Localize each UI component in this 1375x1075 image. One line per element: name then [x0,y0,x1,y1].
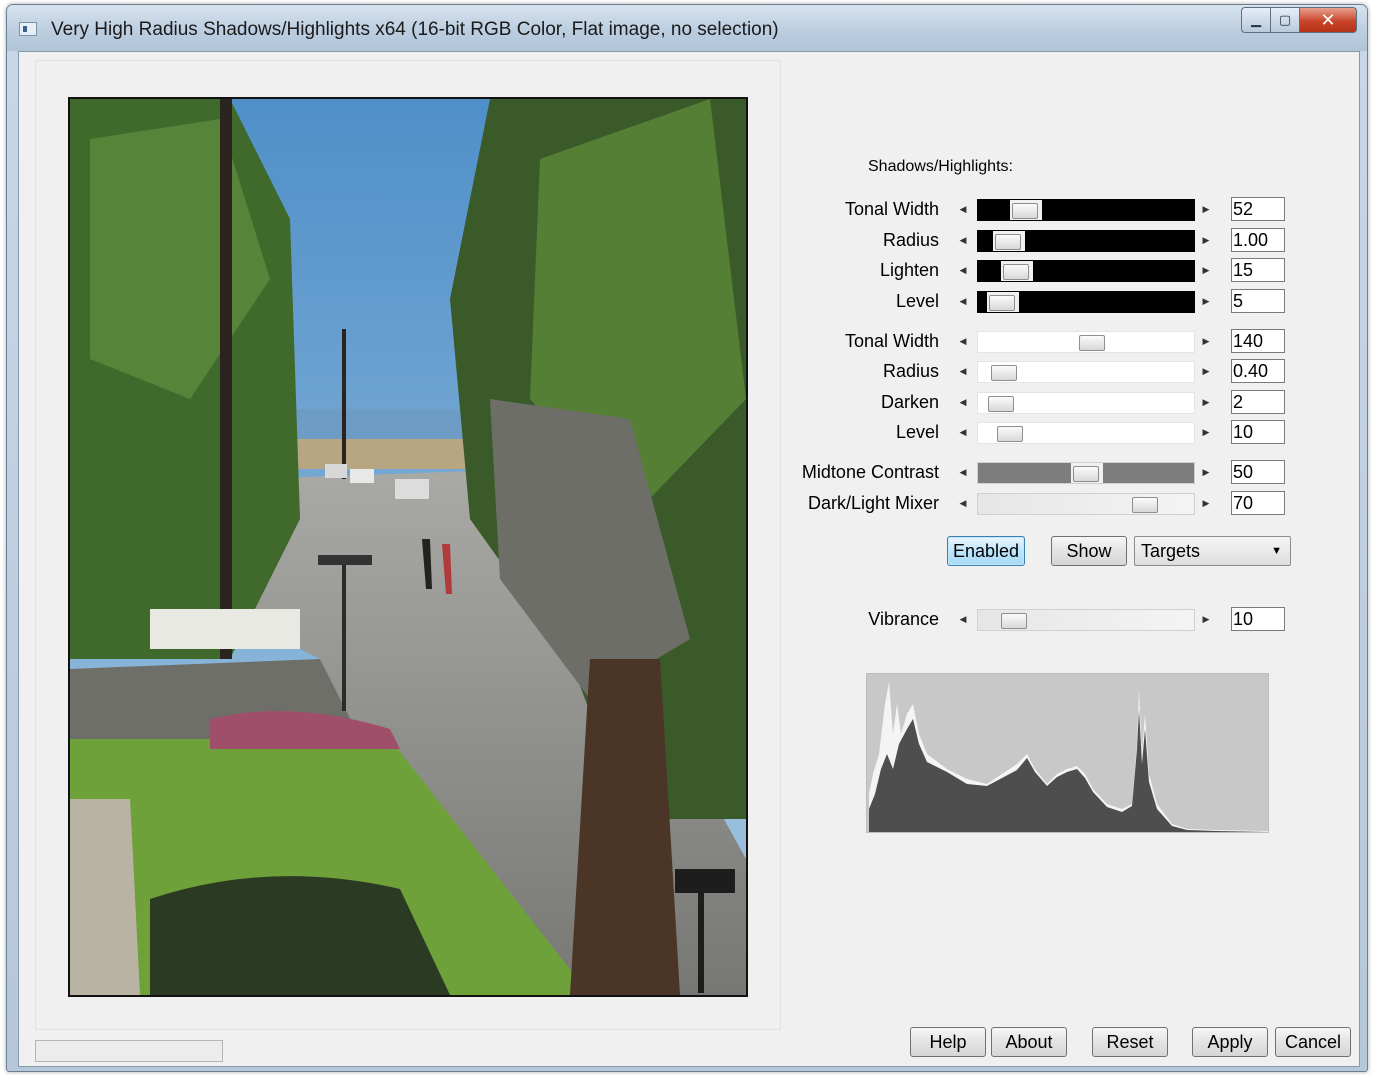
tone-midtone-contrast-value-field[interactable]: 50 [1231,460,1285,484]
shadows-tonal-width-label: Tonal Width [844,199,939,219]
highlights-tonal-width-label: Tonal Width [844,331,939,351]
tone-dark-light-mixer-slider[interactable] [977,493,1195,515]
shadows-level-thumb[interactable] [989,295,1015,311]
highlights-darken-row: Darken ◀ ▶ 2 [19,390,1299,414]
right-arrow-icon[interactable]: ▶ [1199,228,1213,252]
left-arrow-icon[interactable]: ◀ [956,258,970,282]
close-button[interactable]: ✕ [1299,7,1357,33]
left-arrow-icon[interactable]: ◀ [956,197,970,221]
about-button[interactable]: About [991,1027,1067,1057]
highlights-tonal-width-row: Tonal Width ◀ ▶ 140 [19,329,1299,353]
minimize-button[interactable]: ▁ [1241,7,1271,33]
highlights-level-row: Level ◀ ▶ 10 [19,420,1299,444]
highlights-darken-value-field[interactable]: 2 [1231,390,1285,414]
left-arrow-icon[interactable]: ◀ [956,228,970,252]
right-arrow-icon[interactable]: ▶ [1199,607,1213,631]
shadows-lighten-thumb[interactable] [1003,264,1029,280]
shadows-lighten-value-field[interactable]: 15 [1231,258,1285,282]
right-arrow-icon[interactable]: ▶ [1199,359,1213,383]
highlights-radius-label: Radius [882,361,939,381]
highlights-radius-slider[interactable] [977,361,1195,383]
right-arrow-icon[interactable]: ▶ [1199,390,1213,414]
highlights-tonal-width-value-field[interactable]: 140 [1231,329,1285,353]
progress-bar [35,1040,223,1062]
right-arrow-icon[interactable]: ▶ [1199,491,1213,515]
highlights-radius-value-field[interactable]: 0.40 [1231,359,1285,383]
show-button[interactable]: Show [1051,536,1127,566]
tone-midtone-contrast-label: Midtone Contrast [801,462,939,482]
right-arrow-icon[interactable]: ▶ [1199,420,1213,444]
tone-dark-light-mixer-value-field[interactable]: 70 [1231,491,1285,515]
highlights-tonal-width-thumb[interactable] [1079,335,1105,351]
highlights-darken-slider[interactable] [977,392,1195,414]
plugin-window: Very High Radius Shadows/Highlights x64 … [6,4,1368,1072]
tone-midtone-contrast-thumb[interactable] [1073,466,1099,482]
histogram [866,673,1269,833]
highlights-level-thumb[interactable] [997,426,1023,442]
tone-dark-light-mixer-row: Dark/Light Mixer ◀ ▶ 70 [19,491,1299,515]
tone-dark-light-mixer-label: Dark/Light Mixer [807,493,939,513]
highlights-radius-row: Radius ◀ ▶ 0.40 [19,359,1299,383]
shadows-tonal-width-row: Tonal Width ◀ ▶ 52 [19,197,1299,221]
left-arrow-icon[interactable]: ◀ [956,607,970,631]
shadows-radius-value-field[interactable]: 1.00 [1231,228,1285,252]
left-arrow-icon[interactable]: ◀ [956,460,970,484]
right-arrow-icon[interactable]: ▶ [1199,460,1213,484]
shadows-tonal-width-value-field[interactable]: 52 [1231,197,1285,221]
title-bar[interactable]: Very High Radius Shadows/Highlights x64 … [7,5,1367,51]
right-arrow-icon[interactable]: ▶ [1199,197,1213,221]
enabled-button[interactable]: Enabled [947,536,1025,566]
vibrance-label: Vibrance [868,609,939,629]
cancel-button[interactable]: Cancel [1275,1027,1351,1057]
shadows-highlights-title: Shadows/Highlights: [868,158,1013,175]
tone-midtone-contrast-row: Midtone Contrast ◀ ▶ 50 [19,460,1299,484]
chevron-down-icon: ▼ [1271,545,1282,557]
highlights-tonal-width-slider[interactable] [977,331,1195,353]
highlights-level-slider[interactable] [977,422,1195,444]
shadows-lighten-row: Lighten ◀ ▶ 15 [19,258,1299,282]
targets-value: Targets [1141,541,1201,561]
apply-button[interactable]: Apply [1192,1027,1268,1057]
highlights-darken-thumb[interactable] [988,396,1014,412]
shadows-radius-label: Radius [882,230,939,250]
highlights-level-value-field[interactable]: 10 [1231,420,1285,444]
shadows-tonal-width-thumb[interactable] [1012,203,1038,219]
left-arrow-icon[interactable]: ◀ [956,289,970,313]
dialog-body: Shadows/Highlights: Tonal Width ◀ ▶ 52 Radiu… [18,51,1360,1067]
maximize-button[interactable]: ▢ [1270,7,1300,33]
left-arrow-icon[interactable]: ◀ [956,359,970,383]
tone-dark-light-mixer-thumb[interactable] [1132,497,1158,513]
shadows-radius-slider[interactable] [977,230,1195,252]
shadows-level-row: Level ◀ ▶ 5 [19,289,1299,313]
app-icon [19,22,37,36]
highlights-level-label: Level [895,422,939,442]
shadows-tonal-width-slider[interactable] [977,199,1195,221]
highlights-darken-label: Darken [880,392,939,412]
vibrance-thumb[interactable] [1001,613,1027,629]
help-button[interactable]: Help [910,1027,986,1057]
highlights-radius-thumb[interactable] [991,365,1017,381]
left-arrow-icon[interactable]: ◀ [956,491,970,515]
shadows-radius-row: Radius ◀ ▶ 1.00 [19,228,1299,252]
tone-midtone-contrast-slider[interactable] [977,462,1195,484]
caption-buttons: ▁ ▢ ✕ [1241,7,1357,35]
shadows-radius-thumb[interactable] [995,234,1021,250]
right-arrow-icon[interactable]: ▶ [1199,289,1213,313]
left-arrow-icon[interactable]: ◀ [956,329,970,353]
window-title: Very High Radius Shadows/Highlights x64 … [51,19,779,40]
vibrance-value-field[interactable]: 10 [1231,607,1285,631]
targets-dropdown[interactable]: Targets ▼ [1134,536,1291,566]
left-arrow-icon[interactable]: ◀ [956,420,970,444]
reset-button[interactable]: Reset [1092,1027,1168,1057]
vibrance-slider[interactable] [977,609,1195,631]
shadows-level-value-field[interactable]: 5 [1231,289,1285,313]
left-arrow-icon[interactable]: ◀ [956,390,970,414]
shadows-lighten-label: Lighten [879,260,939,280]
shadows-lighten-slider[interactable] [977,260,1195,282]
shadows-level-slider[interactable] [977,291,1195,313]
shadows-level-label: Level [895,291,939,311]
right-arrow-icon[interactable]: ▶ [1199,329,1213,353]
right-arrow-icon[interactable]: ▶ [1199,258,1213,282]
vibrance-row: Vibrance ◀ ▶ 10 [19,607,1299,631]
